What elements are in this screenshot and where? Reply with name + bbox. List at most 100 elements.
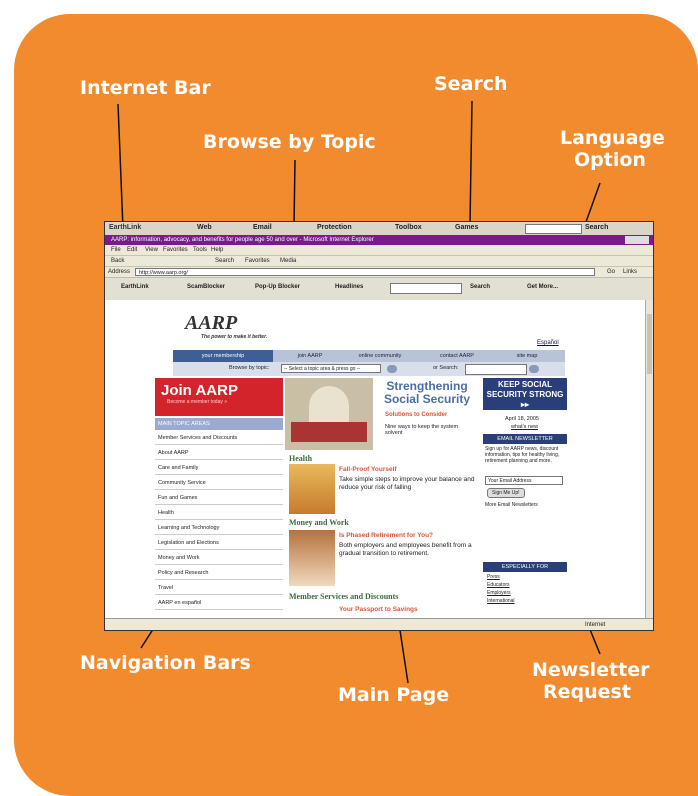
nav-item-legislation-elections[interactable]: Legislation and Elections [155,536,283,550]
toolbar-web[interactable]: Web [197,224,212,231]
email-address-input[interactable]: Your Email Address [485,476,563,485]
menu-help[interactable]: Help [211,245,223,255]
especially-educators[interactable]: Educators [487,582,510,588]
feature-title[interactable]: Strengthening Social Security [377,380,477,406]
nav-item-community-service[interactable]: Community Service [155,476,283,490]
join-aarp-banner[interactable]: Join AARP Become a member today » [155,378,283,416]
aarp-webpage: AARP The power to make it better. Españo… [105,300,645,618]
nav-item-travel[interactable]: Travel [155,581,283,595]
callout-search: Search [434,73,508,95]
sign-up-button[interactable]: Sign Me Up! [487,488,525,498]
menu-favorites[interactable]: Favorites [163,245,188,255]
leader-internet-bar [117,103,124,230]
feature-text[interactable]: Nine ways to keep the system solvent [385,424,475,436]
tb2-search-button[interactable]: Search [470,284,490,290]
toolbar-search-input[interactable] [525,224,582,234]
search-label: or Search: [433,365,459,371]
section-money-heading: Money and Work [289,518,349,527]
tb2-search-input[interactable] [390,283,462,294]
browser-screenshot: EarthLink Web Email Protection Toolbox G… [104,221,654,631]
earthlink-toolbar: EarthLink Web Email Protection Toolbox G… [105,222,653,236]
tb2-popup-blocker[interactable]: Pop-Up Blocker [255,284,300,290]
capitol-dome [309,386,349,422]
member-article-title[interactable]: Your Passport to Savings [339,606,418,613]
status-internet: Internet [585,622,606,628]
nav-item-aarp-espanol[interactable]: AARP en español [155,596,283,610]
health-article-text[interactable]: Take simple steps to improve your balanc… [339,476,479,492]
newsletter-text: Sign up for AARP news, discount informat… [485,446,560,464]
toolbar-search-button[interactable]: Search [585,224,608,231]
nav-header: MAIN TOPIC AREAS [155,418,283,430]
join-subtitle: Become a member today » [167,399,228,405]
site-search-input[interactable] [465,364,527,375]
browse-go-button[interactable] [387,365,397,373]
toolbar-protection[interactable]: Protection [317,224,352,231]
newsletter-header: EMAIL NEWSLETTER [483,434,567,444]
money-image [289,530,335,586]
capitol-image [285,378,373,450]
tb2-earthlink[interactable]: EarthLink [121,284,149,290]
earthlink-toolbar-2: EarthLink ScamBlocker Pop-Up Blocker Hea… [105,277,653,301]
menu-tools[interactable]: Tools [193,245,207,255]
tab-your-membership[interactable]: your membership [173,350,273,362]
nav-item-health[interactable]: Health [155,506,283,520]
site-search-go-button[interactable] [529,365,539,373]
social-security-banner[interactable]: KEEP SOCIAL SECURITY STRONG ▸▸ [483,378,567,410]
callout-internet-bar: Internet Bar [80,77,211,99]
date-text: April 18, 2005 [505,416,539,422]
section-member-heading: Member Services and Discounts [289,592,399,601]
tab-join-aarp[interactable]: join AARP [285,350,335,362]
nav-item-about-aarp[interactable]: About AARP [155,446,283,460]
callout-browse-by-topic: Browse by Topic [203,131,376,153]
tab-online-community[interactable]: online community [345,350,415,362]
language-link[interactable]: Español [537,340,559,346]
menu-edit[interactable]: Edit [127,245,137,255]
menu-bar: File Edit View Favorites Tools Help [105,245,653,255]
tab-contact-aarp[interactable]: contact AARP [427,350,487,362]
toolbar-earthlink[interactable]: EarthLink [109,224,141,231]
nav-item-fun-games[interactable]: Fun and Games [155,491,283,505]
especially-employers[interactable]: Employers [487,590,511,596]
nav-item-learning-technology[interactable]: Learning and Technology [155,521,283,535]
window-controls[interactable] [625,236,649,244]
tb2-headlines[interactable]: Headlines [335,284,363,290]
toolbar-email[interactable]: Email [253,224,272,231]
scroll-thumb[interactable] [647,314,652,374]
tb2-get-more[interactable]: Get More... [527,284,558,290]
money-article-text[interactable]: Both employers and employees benefit fro… [339,542,479,558]
vertical-scrollbar[interactable] [645,300,653,618]
address-value: http://www.aarp.org/ [139,270,188,276]
menu-view[interactable]: View [145,245,158,255]
callout-newsletter-request: Newsletter Request [532,659,650,703]
tb2-scamblocker[interactable]: ScamBlocker [187,284,225,290]
browse-select-value: -- Select a topic area & press go -- [284,366,361,372]
health-article-title[interactable]: Fall-Proof Yourself [339,466,397,473]
tab-site-map[interactable]: site map [497,350,557,362]
nav-item-policy-research[interactable]: Policy and Research [155,566,283,580]
callout-language-option: Language Option [560,127,665,171]
whats-new-link[interactable]: what's new [511,424,538,430]
join-title: Join AARP [161,382,238,399]
toolbar-toolbox[interactable]: Toolbox [395,224,422,231]
nav-item-care-family[interactable]: Care and Family [155,461,283,475]
callout-navigation-bars: Navigation Bars [80,652,251,674]
aarp-tagline: The power to make it better. [201,334,268,340]
browse-topic-select[interactable]: -- Select a topic area & press go -- [281,364,381,373]
money-article-title[interactable]: Is Phased Retirement for You? [339,532,433,539]
more-newsletters-link[interactable]: More Email Newsletters [485,502,538,508]
health-image [289,464,335,514]
address-input[interactable]: http://www.aarp.org/ [135,268,595,276]
toolbar-games[interactable]: Games [455,224,478,231]
menu-file[interactable]: File [111,245,121,255]
window-title-bar: AARP: information, advocacy, and benefit… [105,235,653,245]
especially-press[interactable]: Press [487,574,500,580]
feature-subtitle: Solutions to Consider [385,412,448,418]
nav-item-money-work[interactable]: Money and Work [155,551,283,565]
email-placeholder: Your Email Address [488,478,532,484]
aarp-logo[interactable]: AARP [185,312,237,335]
browse-label: Browse by topic: [229,365,270,371]
nav-item-member-services[interactable]: Member Services and Discounts [155,431,283,445]
status-bar: Internet [105,618,653,630]
section-health-heading: Health [289,454,313,463]
especially-international[interactable]: International [487,598,515,604]
